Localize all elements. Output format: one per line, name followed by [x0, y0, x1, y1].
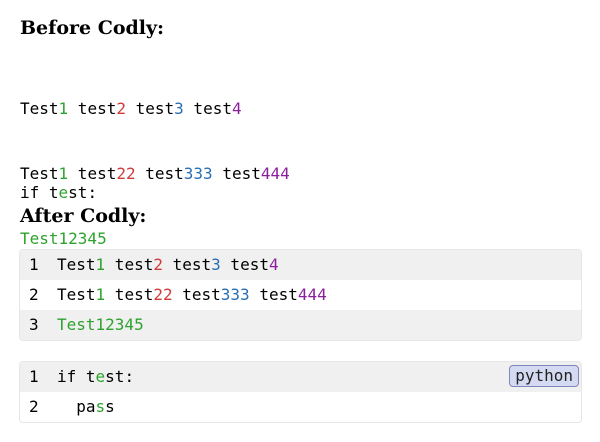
code-token: 333	[220, 285, 250, 304]
language-badge: python	[509, 365, 579, 387]
code-token: 4	[231, 99, 242, 118]
line-number: 1	[29, 255, 39, 274]
code-token: 2	[116, 99, 126, 118]
code-token: if t	[20, 183, 59, 202]
code-token: test	[105, 285, 154, 304]
code-token: st:	[105, 367, 135, 386]
code-token: test	[162, 255, 212, 274]
code-token: Test	[20, 99, 59, 118]
code-line: Test1 test22 test333 test444	[57, 280, 327, 310]
code-token: if t	[57, 367, 96, 386]
codly-block-2: 1 if test: python 2 pass	[19, 361, 582, 423]
code-token: 444	[297, 285, 327, 304]
codly-block-1: 1 Test1 test2 test3 test4 2 Test1 test22…	[19, 249, 582, 341]
code-token: test	[105, 255, 154, 274]
heading-after: After Codly:	[20, 205, 147, 227]
code-token: 4	[268, 255, 279, 274]
code-row: 2 pass	[20, 392, 581, 422]
code-token: 22	[116, 164, 136, 183]
code-line: Test12345	[57, 310, 144, 340]
code-token: 1	[95, 255, 106, 274]
code-row: 1 Test1 test2 test3 test4	[20, 250, 581, 280]
code-token: test	[183, 99, 232, 118]
code-token: 1	[95, 285, 106, 304]
code-line: pass	[57, 392, 115, 422]
code-token: test	[220, 255, 269, 274]
code-token: 1	[58, 99, 69, 118]
line-number: 1	[29, 367, 39, 386]
line-number: 3	[29, 315, 39, 334]
code-token: test	[125, 99, 175, 118]
code-token: 3	[211, 255, 221, 274]
code-token: test	[135, 164, 184, 183]
code-token: pa	[57, 397, 96, 416]
code-line: if test:	[20, 180, 97, 205]
code-token: test	[68, 99, 117, 118]
code-token: s	[95, 397, 106, 416]
code-row: 1 if test: python	[20, 362, 581, 392]
code-token: e	[58, 183, 69, 202]
code-token: 333	[183, 164, 213, 183]
code-token: 444	[260, 164, 290, 183]
code-line: if test:	[57, 362, 134, 392]
code-token: s	[105, 397, 115, 416]
code-token: Test	[57, 255, 96, 274]
code-token: 2	[153, 255, 163, 274]
code-token: st:	[68, 183, 98, 202]
code-token: test	[212, 164, 261, 183]
code-token: e	[95, 367, 106, 386]
code-row: 2 Test1 test22 test333 test444	[20, 280, 581, 310]
code-token: Test	[57, 285, 96, 304]
line-number: 2	[29, 397, 39, 416]
code-line: Test1 test2 test3 test4	[20, 96, 290, 121]
code-token: test	[249, 285, 298, 304]
line-number: 2	[29, 285, 39, 304]
heading-before: Before Codly:	[20, 17, 165, 39]
code-token: 3	[174, 99, 184, 118]
code-token: 22	[153, 285, 173, 304]
code-token: Test12345	[57, 315, 144, 334]
code-row: 3 Test12345	[20, 310, 581, 340]
code-token: test	[172, 285, 221, 304]
code-line: Test1 test2 test3 test4	[57, 250, 279, 280]
